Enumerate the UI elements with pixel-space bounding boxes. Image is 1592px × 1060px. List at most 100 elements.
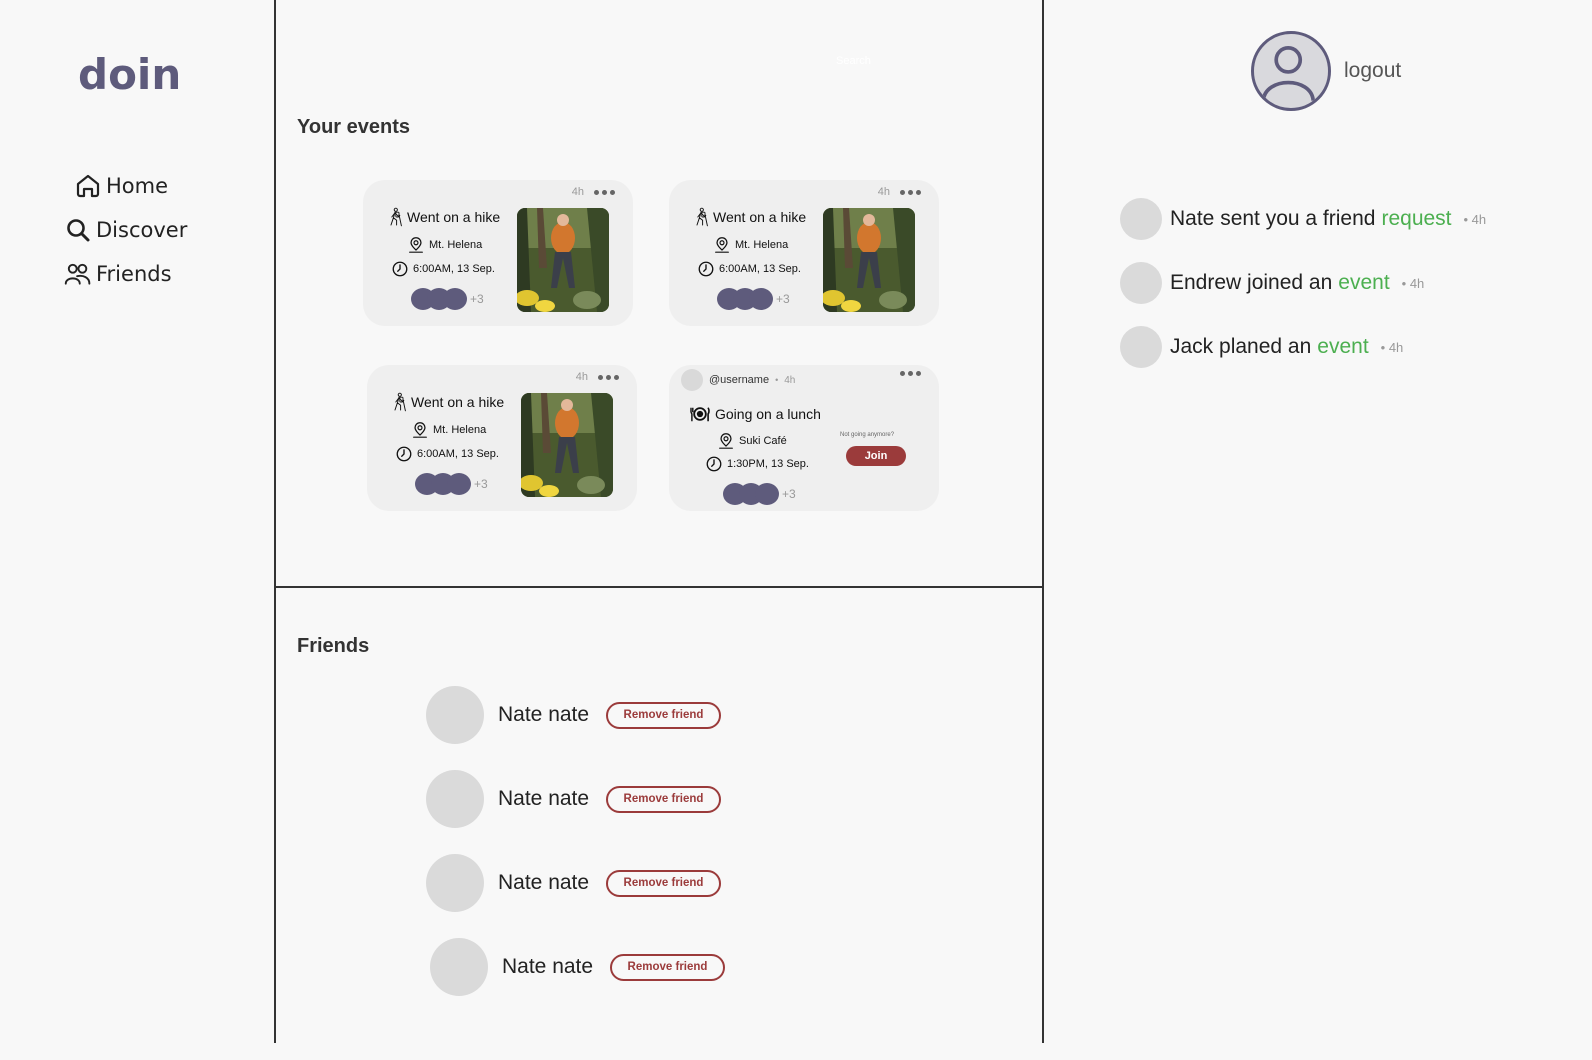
nav-item-friends[interactable]: Friends (64, 252, 187, 296)
event-author[interactable]: @username • 4h (681, 369, 795, 391)
search-icon (67, 219, 90, 242)
right-divider (1042, 0, 1044, 1043)
remove-friend-button[interactable]: Remove friend (606, 701, 721, 729)
notification-avatar (1120, 326, 1162, 368)
event-location-text: Suki Café (739, 435, 787, 447)
friend-row: Nate nate Remove friend (426, 770, 721, 828)
event-title-text: Going on a lunch (715, 406, 821, 422)
attendees[interactable]: +3 (415, 473, 488, 495)
event-title: Going on a lunch (689, 405, 821, 423)
not-going-prompt: Not going anymore? (840, 432, 895, 438)
search-hint[interactable]: Search (836, 55, 871, 67)
event-title-text: Went on a hike (713, 209, 807, 225)
attendees[interactable]: +3 (717, 288, 790, 310)
attendees[interactable]: +3 (723, 483, 796, 505)
more-options-icon[interactable] (900, 371, 921, 376)
nav-label: Home (106, 174, 169, 198)
meta-separator: • (775, 375, 779, 385)
attendee-avatar (755, 483, 779, 505)
event-age: 4h (877, 186, 890, 198)
friend-name[interactable]: Nate nate (498, 787, 606, 811)
home-icon (76, 174, 100, 198)
notification-link[interactable]: event (1338, 271, 1389, 295)
plate-icon (690, 407, 710, 422)
notification-avatar (1120, 262, 1162, 304)
logout-link[interactable]: logout (1344, 59, 1401, 83)
event-location: Mt. Helena (411, 421, 486, 439)
friend-name[interactable]: Nate nate (498, 871, 606, 895)
nav-label: Discover (96, 218, 188, 242)
event-time: 1:30PM, 13 Sep. (705, 455, 809, 473)
event-meta: 4h (572, 186, 615, 198)
remove-friend-button[interactable]: Remove friend (610, 953, 725, 981)
event-title: Went on a hike (693, 206, 806, 228)
friend-avatar[interactable] (426, 854, 484, 912)
event-age: 4h (575, 371, 588, 383)
location-pin-icon (407, 236, 425, 254)
more-options-icon[interactable] (598, 374, 619, 380)
notification-text: Endrew joined an (1170, 271, 1333, 294)
event-card[interactable]: 4h Went on a hike Mt. Helena 6:00AM, 13 … (363, 180, 633, 326)
app: doin Home Discover Friends Search Your e… (0, 0, 1592, 1060)
event-photo[interactable] (517, 208, 609, 312)
user-icon (1261, 46, 1316, 102)
hiker-icon (387, 206, 403, 228)
event-card[interactable]: 4h Went on a hike Mt. Helena 6:00AM, 13 … (367, 365, 637, 511)
location-pin-icon (713, 236, 731, 254)
friend-name[interactable]: Nate nate (502, 955, 610, 979)
clock-icon (697, 260, 715, 278)
attendees[interactable]: +3 (411, 288, 484, 310)
events-section-title: Your events (297, 116, 410, 138)
friend-avatar[interactable] (426, 686, 484, 744)
author-avatar (681, 369, 703, 391)
remove-friend-button[interactable]: Remove friend (606, 785, 721, 813)
nav-item-home[interactable]: Home (74, 164, 187, 208)
notification-item[interactable]: Endrew joined an event • 4h (1120, 262, 1424, 304)
more-options-icon[interactable] (900, 189, 921, 195)
friends-icon (64, 263, 91, 285)
event-time: 6:00AM, 13 Sep. (697, 260, 801, 278)
attendee-avatar (749, 288, 773, 310)
event-location-text: Mt. Helena (735, 239, 789, 251)
event-photo[interactable] (521, 393, 613, 497)
event-time: 6:00AM, 13 Sep. (391, 260, 495, 278)
notification-item[interactable]: Nate sent you a friend request • 4h (1120, 198, 1486, 240)
event-meta (900, 371, 921, 376)
nav-label: Friends (96, 262, 172, 286)
event-time-text: 6:00AM, 13 Sep. (417, 448, 499, 460)
event-location: Mt. Helena (407, 236, 482, 254)
event-photo[interactable] (823, 208, 915, 312)
event-card[interactable]: 4h Went on a hike Mt. Helena 6:00AM, 13 … (669, 180, 939, 326)
sidebar-nav: Home Discover Friends (64, 164, 187, 296)
notification-link[interactable]: request (1381, 207, 1451, 231)
hiker-icon (391, 391, 407, 413)
join-button[interactable]: Join (846, 446, 906, 466)
event-title-text: Went on a hike (407, 209, 501, 225)
event-time-text: 6:00AM, 13 Sep. (719, 263, 801, 275)
profile-avatar[interactable] (1251, 31, 1331, 111)
location-pin-icon (717, 432, 735, 450)
remove-friend-button[interactable]: Remove friend (606, 869, 721, 897)
clock-icon (705, 455, 723, 473)
event-location: Mt. Helena (713, 236, 788, 254)
friend-row: Nate nate Remove friend (426, 854, 721, 912)
lunch-event-card[interactable]: @username • 4h Going on a lunch Suki Caf… (669, 365, 939, 511)
notification-avatar (1120, 198, 1162, 240)
event-title: Went on a hike (387, 206, 500, 228)
more-options-icon[interactable] (594, 189, 615, 195)
attendee-avatar (443, 288, 467, 310)
author-username: @username (709, 374, 770, 386)
attendee-avatar (447, 473, 471, 495)
event-title-text: Went on a hike (411, 394, 505, 410)
friend-avatar[interactable] (430, 938, 488, 996)
notification-item[interactable]: Jack planed an event • 4h (1120, 326, 1403, 368)
friend-name[interactable]: Nate nate (498, 703, 606, 727)
app-logo[interactable]: doin (78, 50, 181, 99)
notification-link[interactable]: event (1317, 335, 1368, 359)
hiker-icon (693, 206, 709, 228)
event-time: 6:00AM, 13 Sep. (395, 445, 499, 463)
section-divider (274, 586, 1044, 588)
nav-item-discover[interactable]: Discover (64, 208, 187, 252)
notification-text: Jack planed an (1170, 335, 1312, 358)
friend-avatar[interactable] (426, 770, 484, 828)
